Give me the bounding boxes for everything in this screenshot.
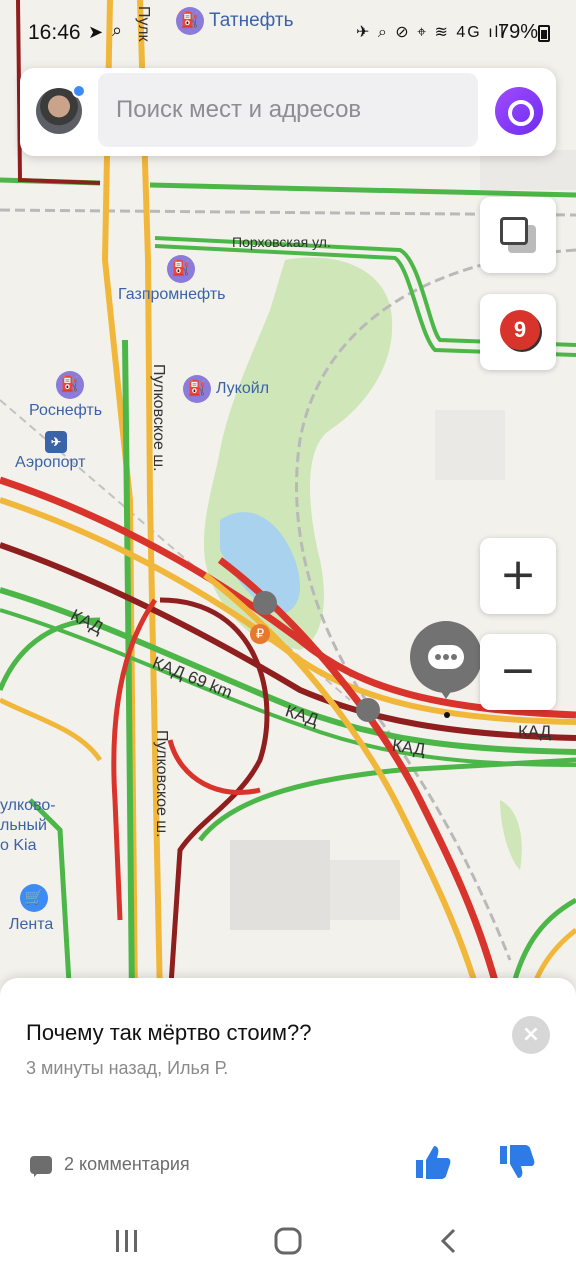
fuel-station-icon[interactable]: ⛽	[56, 371, 84, 399]
shopping-cart-icon[interactable]: 🛒	[20, 884, 48, 912]
telegram-icon: ➤	[88, 22, 104, 42]
map-layers-button[interactable]	[480, 197, 556, 273]
post-title: Почему так мёртво стоим??	[26, 1020, 312, 1045]
home-button[interactable]	[268, 1226, 308, 1256]
poi-label-airport[interactable]: Аэропорт	[15, 454, 85, 472]
alice-assistant-button[interactable]	[495, 87, 543, 135]
search-panel	[20, 68, 556, 156]
back-button[interactable]	[430, 1226, 470, 1256]
road-event-chat-icon[interactable]	[253, 591, 277, 615]
zoom-in-button[interactable]: +	[480, 538, 556, 614]
minus-icon: −	[499, 645, 537, 696]
system-nav-bar	[0, 1208, 576, 1280]
fuel-station-icon[interactable]: ⛽	[183, 375, 211, 403]
road-event-sheet: Почему так мёртво стоим?? 3 минуты назад…	[0, 978, 576, 1208]
plus-icon: +	[499, 549, 537, 600]
road-event-chat-icon[interactable]	[356, 698, 380, 722]
thumbs-down-button[interactable]	[496, 1142, 536, 1182]
paid-parking-icon[interactable]: ₽	[250, 624, 270, 644]
battery-percentage: 79%	[498, 21, 539, 43]
fuel-station-icon[interactable]: ⛽	[167, 255, 195, 283]
search-icon: ⌕	[112, 20, 123, 40]
street-label-pulkovskoe-low: Пулковское ш.	[153, 730, 170, 838]
street-label-pulkovskoe-mid: Пулковское ш.	[150, 364, 167, 472]
close-button[interactable]: ×	[512, 1016, 550, 1054]
status-bar: 16:46 ➤ ⌕ ✈ ⌕ ⊘ ⌖ ≋ 4G ıll 79%	[0, 0, 576, 64]
chat-bubble-icon	[428, 645, 464, 669]
status-time: 16:46	[28, 21, 81, 44]
notification-dot	[72, 84, 86, 98]
comment-icon	[30, 1156, 52, 1177]
poi-label-gazpromneft[interactable]: Газпромнефть	[118, 286, 226, 304]
road-label-kad: КАД	[518, 722, 552, 741]
recent-apps-button[interactable]	[106, 1226, 146, 1256]
road-event-marker-selected[interactable]	[410, 621, 482, 699]
poi-label-kia-dealer[interactable]: улково- льный о Kia	[0, 796, 56, 856]
poi-label-lukoil[interactable]: Лукойл	[216, 380, 269, 398]
zoom-out-button[interactable]: −	[480, 634, 556, 710]
battery-icon	[538, 25, 550, 42]
poi-label-lenta[interactable]: Лента	[9, 916, 53, 934]
marker-anchor-point	[444, 712, 450, 718]
airport-icon[interactable]: ✈	[45, 431, 67, 453]
post-meta: 3 минуты назад, Илья Р.	[26, 1058, 229, 1078]
traffic-level-badge: 9	[500, 310, 540, 350]
thumbs-up-button[interactable]	[412, 1142, 452, 1182]
search-input[interactable]	[98, 73, 478, 147]
street-label-porkhovskaya: Порховская ул.	[232, 234, 331, 250]
comments-count: 2 комментария	[64, 1154, 190, 1174]
layers-icon	[500, 217, 528, 245]
poi-label-rosneft[interactable]: Роснефть	[29, 402, 102, 420]
status-system-icons: ✈ ⌕ ⊘ ⌖ ≋ 4G ıll	[356, 24, 506, 41]
traffic-button[interactable]: 9	[480, 294, 556, 370]
